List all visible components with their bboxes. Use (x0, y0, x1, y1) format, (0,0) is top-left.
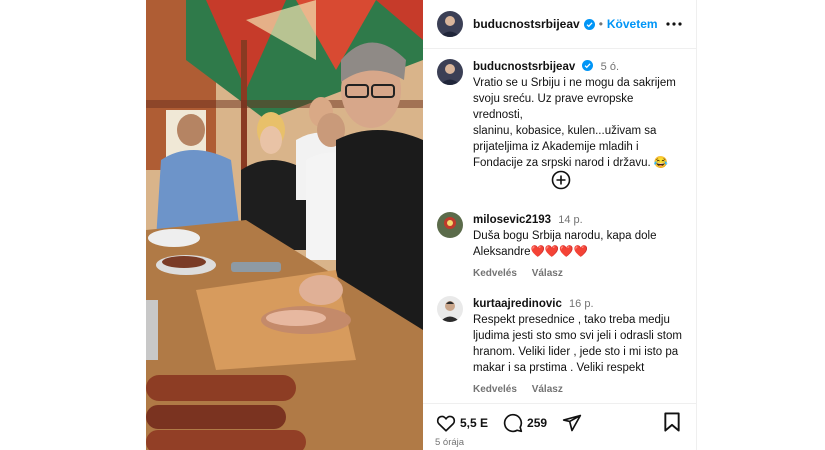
comment-body: kurtaajredinovic 16 p. Respekt presednic… (473, 296, 682, 398)
verified-badge-icon (583, 18, 595, 30)
instagram-post-view: buducnostsrbijeav • Követem buducnostsrb… (0, 0, 825, 450)
comment-time: 14 p. (558, 214, 583, 226)
post-photo-image (146, 0, 423, 450)
caption-body: buducnostsrbijeav 5 ó. Vratio se u Srbij… (473, 59, 682, 171)
post-actions-bar: 5,5 E 259 5 órája (423, 403, 697, 450)
comments-count[interactable]: 259 (527, 416, 547, 430)
author-avatar[interactable] (437, 11, 463, 37)
verified-badge-icon (582, 60, 594, 71)
commenter-avatar[interactable] (437, 296, 463, 322)
comment-author[interactable]: kurtaajredinovic (473, 298, 562, 310)
comment-reply-button[interactable]: Válasz (532, 384, 563, 395)
heart-icon[interactable] (435, 412, 456, 433)
bookmark-icon[interactable] (663, 412, 683, 433)
comment-item: kurtaajredinovic 16 p. Respekt presednic… (437, 296, 687, 398)
action-row: 5,5 E 259 (435, 412, 582, 433)
comment-actions: Kedvelés Válasz (473, 266, 657, 282)
post-photo[interactable] (146, 0, 423, 450)
comment-body: milosevic2193 14 p. Duša bogu Srbija nar… (473, 212, 657, 282)
follow-button[interactable]: Követem (607, 17, 658, 31)
caption-author[interactable]: buducnostsrbijeav (473, 61, 575, 73)
caption-time: 5 ó. (600, 61, 620, 73)
comment-time: 16 p. (569, 298, 594, 310)
author-username[interactable]: buducnostsrbijeav (473, 17, 580, 31)
comment-reply-button[interactable]: Válasz (532, 268, 563, 279)
post-header: buducnostsrbijeav • Követem (423, 0, 696, 49)
comment-bubble-icon[interactable] (502, 412, 523, 433)
comment-like-button[interactable]: Kedvelés (473, 268, 517, 279)
likes-count[interactable]: 5,5 E (460, 416, 488, 430)
comment-text: Duša bogu Srbija narodu, kapa dole Aleks… (473, 230, 657, 258)
post-caption: buducnostsrbijeav 5 ó. Vratio se u Srbij… (423, 49, 696, 171)
comment-item: milosevic2193 14 p. Duša bogu Srbija nar… (437, 212, 687, 282)
share-paper-plane-icon[interactable] (561, 412, 582, 433)
comment-author[interactable]: milosevic2193 (473, 214, 551, 226)
more-options-icon[interactable] (664, 14, 684, 34)
add-circle-icon[interactable] (551, 170, 571, 190)
caption-author-avatar[interactable] (437, 59, 463, 85)
post-side-panel: buducnostsrbijeav • Követem buducnostsrb… (423, 0, 697, 450)
commenter-avatar[interactable] (437, 212, 463, 238)
caption-text: Vratio se u Srbiju i ne mogu da sakrijem… (473, 77, 676, 169)
posted-time: 5 órája (435, 437, 465, 448)
comment-like-button[interactable]: Kedvelés (473, 384, 517, 395)
comment-text: Respekt presednice , tako treba medju lj… (473, 314, 682, 374)
comment-actions: Kedvelés Válasz (473, 382, 682, 398)
separator-dot: • (598, 17, 603, 31)
